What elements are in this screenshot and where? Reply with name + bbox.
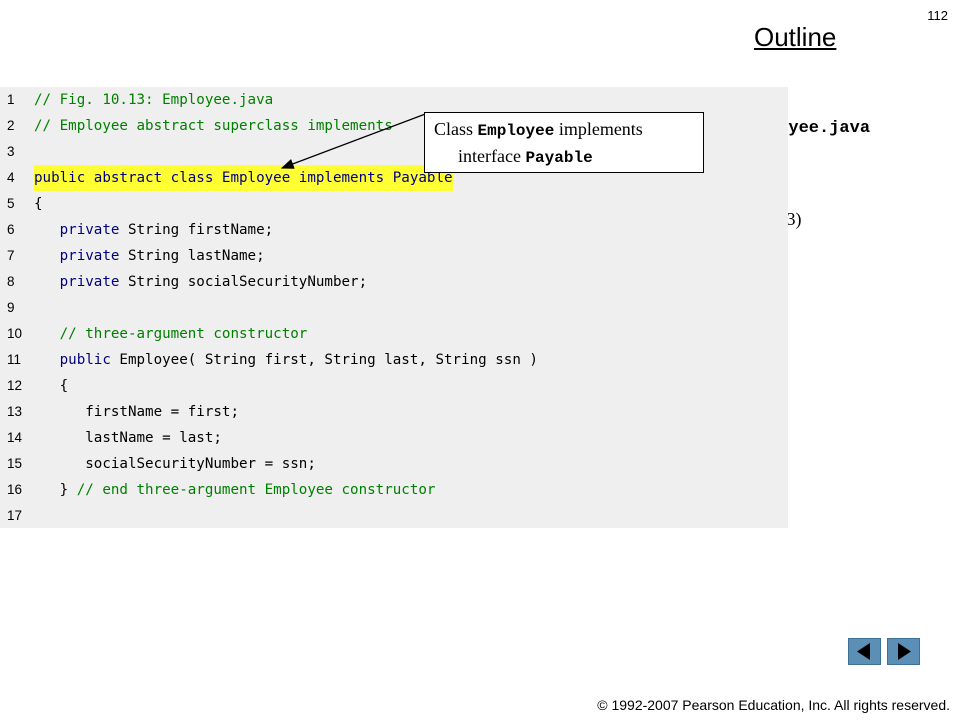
code-text: socialSecurityNumber = ssn;	[34, 451, 316, 477]
callout-word-interface: interface	[458, 146, 521, 166]
code-token: String lastName;	[119, 248, 265, 264]
line-number: 8	[7, 274, 15, 289]
outline-title[interactable]: Outline	[754, 22, 836, 53]
code-token: {	[34, 378, 69, 394]
line-number: 14	[7, 430, 23, 445]
line-number: 11	[7, 352, 22, 367]
code-text: // Employee abstract superclass implemen…	[34, 113, 401, 139]
code-token: {	[34, 196, 43, 212]
line-number: 16	[7, 482, 23, 497]
copyright-footer: © 1992-2007 Pearson Education, Inc. All …	[597, 697, 950, 713]
page-number: 112	[927, 8, 948, 23]
code-token: private	[59, 274, 120, 290]
code-line: 10 // three-argument constructor	[0, 321, 788, 347]
triangle-left-icon	[857, 643, 870, 660]
code-token: lastName = last;	[34, 430, 222, 446]
line-number: 1	[7, 92, 15, 107]
code-text: {	[34, 373, 69, 399]
line-number: 5	[7, 196, 15, 211]
code-line: 14 lastName = last;	[0, 425, 788, 451]
line-number: 12	[7, 378, 23, 393]
code-text: private String firstName;	[34, 217, 274, 243]
code-token: Employee( String first, String last, Str…	[110, 352, 538, 368]
code-token: public	[59, 352, 111, 368]
code-token: socialSecurityNumber = ssn;	[34, 456, 316, 472]
code-text: // Fig. 10.13: Employee.java	[34, 87, 273, 113]
line-number: 3	[7, 144, 15, 159]
line-number: 6	[7, 222, 15, 237]
code-text: firstName = first;	[34, 399, 239, 425]
callout-interface-name: Payable	[525, 149, 593, 167]
code-text: public abstract class Employee implement…	[34, 165, 453, 191]
callout-box: Class Employee implements interface Paya…	[424, 112, 704, 173]
line-number: 17	[7, 508, 23, 523]
callout-word-implements: implements	[558, 119, 643, 139]
code-token: firstName = first;	[34, 404, 239, 420]
line-number: 9	[7, 300, 15, 315]
code-line: 11 public Employee( String first, String…	[0, 347, 788, 373]
code-text: public Employee( String first, String la…	[34, 347, 538, 373]
line-number: 13	[7, 404, 23, 419]
code-text: // three-argument constructor	[34, 321, 308, 347]
callout-word-class: Class	[434, 119, 474, 139]
code-line: 5{	[0, 191, 788, 217]
code-line: 17	[0, 503, 788, 529]
code-token: // Employee abstract superclass implemen…	[34, 118, 402, 134]
callout-line-2: interface Payable	[434, 144, 695, 171]
code-line: 8 private String socialSecurityNumber;	[0, 269, 788, 295]
code-token: private	[59, 222, 120, 238]
code-token: // end three-argument Employee construct…	[76, 482, 436, 498]
line-number: 7	[7, 248, 15, 263]
prev-slide-button[interactable]	[848, 638, 881, 665]
code-line: 15 socialSecurityNumber = ssn;	[0, 451, 788, 477]
code-token: public abstract class Employee implement…	[34, 170, 453, 186]
code-line: 9	[0, 295, 788, 321]
callout-line-1: Class Employee implements	[434, 117, 695, 144]
triangle-right-icon	[898, 643, 911, 660]
code-line: 6 private String firstName;	[0, 217, 788, 243]
line-number: 2	[7, 118, 15, 133]
code-line: 7 private String lastName;	[0, 243, 788, 269]
code-token: // Fig. 10.13: Employee.java	[34, 92, 274, 108]
code-text: lastName = last;	[34, 425, 222, 451]
code-line: 16 } // end three-argument Employee cons…	[0, 477, 788, 503]
code-token: private	[59, 248, 120, 264]
line-number: 15	[7, 456, 23, 471]
code-token: String firstName;	[119, 222, 274, 238]
code-text: {	[34, 191, 43, 217]
line-number: 10	[7, 326, 23, 341]
code-token: String socialSecurityNumber;	[119, 274, 368, 290]
code-token: // three-argument constructor	[34, 326, 308, 342]
line-number: 4	[7, 170, 15, 185]
next-slide-button[interactable]	[887, 638, 920, 665]
code-line: 1 // Fig. 10.13: Employee.java	[0, 87, 788, 113]
code-token: }	[34, 482, 77, 498]
code-text: } // end three-argument Employee constru…	[34, 477, 436, 503]
code-line: 13 firstName = first;	[0, 399, 788, 425]
code-line: 12 {	[0, 373, 788, 399]
callout-class-name: Employee	[477, 122, 555, 140]
code-text: private String lastName;	[34, 243, 265, 269]
code-text: private String socialSecurityNumber;	[34, 269, 368, 295]
